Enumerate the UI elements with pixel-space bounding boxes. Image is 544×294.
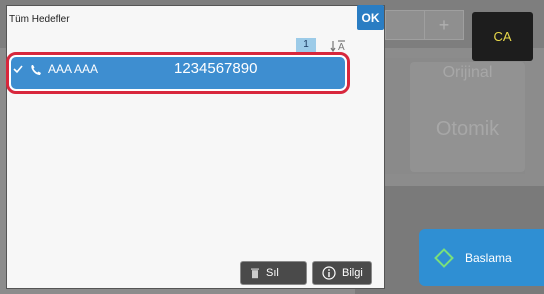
list-item-number: 1234567890	[174, 60, 258, 77]
background-tile-label-top: Orijinal	[442, 64, 493, 81]
delete-label: Sıl	[266, 267, 279, 279]
start-diamond-icon	[434, 247, 454, 268]
page-number: 1	[296, 38, 316, 52]
ca-button[interactable]: CA	[472, 12, 533, 61]
check-icon	[13, 65, 23, 74]
trash-icon	[251, 268, 259, 279]
start-button[interactable]: Baslama	[419, 229, 544, 286]
delete-button[interactable]: Sıl	[240, 261, 307, 285]
start-label: Baslama	[465, 250, 512, 265]
list-item-name: AAA AAA	[48, 62, 99, 76]
background-tab	[385, 10, 425, 40]
background-tile-label-main: Otomik	[435, 118, 500, 140]
dialog-title: Tüm Hedefler	[9, 14, 70, 25]
sort-icon[interactable]: A	[328, 38, 350, 52]
background-add-tab: +	[424, 10, 464, 40]
phone-icon	[31, 65, 41, 75]
info-icon	[322, 266, 336, 280]
info-button[interactable]: Bilgi	[312, 261, 372, 285]
ok-button[interactable]: OK	[357, 5, 384, 30]
svg-text:A: A	[338, 42, 345, 52]
info-label: Bilgi	[342, 267, 363, 279]
